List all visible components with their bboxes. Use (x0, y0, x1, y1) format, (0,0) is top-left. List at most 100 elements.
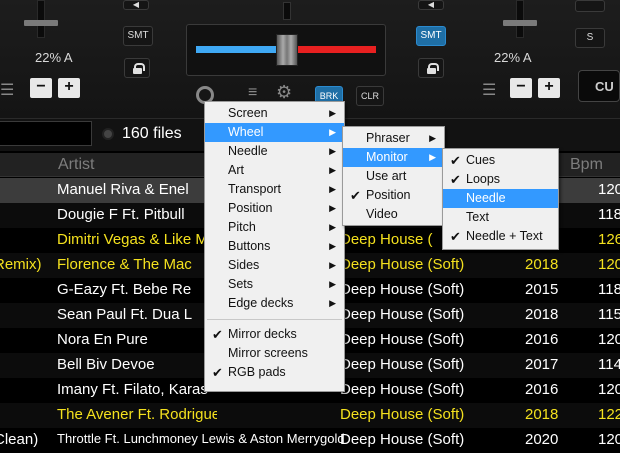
right-fader-knob[interactable] (503, 20, 537, 26)
right-volume-fader[interactable] (516, 0, 524, 38)
submenu-arrow-icon: ▶ (329, 222, 336, 232)
menu-main-item[interactable]: Art ▶ (205, 161, 344, 180)
row-artist: Dougie F Ft. Pitbull (57, 206, 185, 223)
row-bpm: 114 (598, 356, 620, 373)
menu-main-item[interactable]: Transport ▶ (205, 180, 344, 199)
right-level-bar (298, 46, 376, 53)
row-year: 2016 (525, 381, 559, 398)
menu-wheel-item[interactable]: ✔ Position (343, 186, 444, 205)
crossfader-knob[interactable] (276, 34, 298, 66)
table-row[interactable]: The Avener Ft. Rodriguez Deep House (Soft… (0, 403, 620, 428)
right-menu-icon[interactable]: ☰ (482, 80, 496, 100)
cue-button[interactable]: CU (578, 70, 620, 102)
row-artist: Dimitri Vegas & Like Mik (57, 231, 217, 248)
table-row[interactable]: Clean) Throttle Ft. Lunchmoney Lewis & As… (0, 428, 620, 453)
right-pitch-percent: 22% A (494, 50, 532, 65)
menu-monitor-item[interactable]: ✔ Needle + Text (443, 227, 558, 246)
context-menu-main: Screen ▶ Wheel ▶ Needle ▶ Art ▶ Transport ▶ Positi… (204, 101, 345, 392)
menu-toggle-label: Mirror screens (228, 346, 308, 360)
menu-toggle-label: Mirror decks (228, 327, 297, 341)
submenu-arrow-icon: ▶ (429, 133, 436, 143)
menu-wheel-item[interactable]: Use art (343, 167, 444, 186)
row-year: 2017 (525, 356, 559, 373)
checkmark-icon: ✔ (212, 327, 223, 342)
left-plus-button[interactable]: + (58, 78, 80, 98)
menu-main-item-label: Wheel (228, 125, 264, 139)
left-smt-button[interactable]: SMT (123, 26, 153, 46)
menu-toggle-item[interactable]: ✔ RGB pads (205, 363, 344, 382)
center-fader-track[interactable] (283, 2, 291, 20)
left-lock-button[interactable] (124, 58, 150, 78)
row-bpm: 120 (598, 256, 620, 273)
row-bpm: 122 (598, 406, 620, 423)
clr-button[interactable]: CLR (356, 86, 384, 106)
menu-wheel-item-label: Video (366, 207, 398, 221)
left-menu-icon[interactable]: ☰ (0, 80, 14, 100)
left-prev-button[interactable]: ◀ (123, 0, 149, 10)
row-artist: Imany Ft. Filato, Karas (57, 381, 208, 398)
menu-toggle-item[interactable]: Mirror screens (205, 344, 344, 363)
menu-monitor-item[interactable]: ✔ Cues (443, 151, 558, 170)
left-fader-knob[interactable] (24, 20, 58, 26)
menu-monitor-item[interactable]: Needle (443, 189, 558, 208)
right-minus-button[interactable]: − (510, 78, 532, 98)
menu-monitor-item[interactable]: ✔ Loops (443, 170, 558, 189)
record-icon[interactable] (102, 128, 114, 140)
left-pitch-percent: 22% A (35, 50, 73, 65)
right-smt-button[interactable]: SMT (416, 26, 446, 46)
right-plus-button[interactable]: + (538, 78, 560, 98)
menu-main-item[interactable]: Buttons ▶ (205, 237, 344, 256)
left-level-bar (196, 46, 276, 53)
checkmark-icon: ✔ (450, 153, 461, 168)
row-genre: Deep House (Soft) (340, 306, 465, 323)
mixer-icon[interactable]: ≡ (248, 84, 257, 102)
right-prev-button[interactable]: ◀ (418, 0, 444, 10)
right-lock-button[interactable] (418, 58, 444, 78)
row-genre: Deep House (Soft) (340, 356, 465, 373)
s-button[interactable]: S (575, 28, 605, 48)
menu-monitor-item-label: Needle (466, 191, 506, 205)
submenu-arrow-icon: ▶ (329, 146, 336, 156)
menu-main-item-label: Sides (228, 258, 260, 272)
right-top-button[interactable] (575, 0, 605, 12)
menu-toggle-item[interactable]: ✔ Mirror decks (205, 325, 344, 344)
row-prefix: Remix) (0, 256, 42, 273)
submenu-wheel: Phraser ▶ Monitor ▶ Use art ✔ Position Video (342, 126, 445, 226)
row-artist: The Avener Ft. Rodriguez (57, 406, 217, 423)
search-input[interactable] (0, 121, 92, 146)
left-volume-fader[interactable] (37, 0, 45, 38)
menu-main-item-label: Art (228, 163, 244, 177)
submenu-arrow-icon: ▶ (329, 108, 336, 118)
menu-main-item[interactable]: Sides ▶ (205, 256, 344, 275)
menu-main-item[interactable]: Edge decks ▶ (205, 294, 344, 313)
row-genre: Deep House (Soft) (340, 431, 465, 448)
column-artist[interactable]: Artist (58, 156, 94, 174)
row-bpm: 118 (598, 206, 620, 223)
submenu-arrow-icon: ▶ (329, 127, 336, 137)
menu-main-item-label: Buttons (228, 239, 271, 253)
left-minus-button[interactable]: − (30, 78, 52, 98)
menu-main-item[interactable]: Wheel ▶ (205, 123, 344, 142)
menu-monitor-item-label: Text (466, 210, 489, 224)
row-genre: Deep House (Soft) (340, 256, 465, 273)
submenu-arrow-icon: ▶ (329, 184, 336, 194)
menu-main-item[interactable]: Needle ▶ (205, 142, 344, 161)
row-artist: Sean Paul Ft. Dua L (57, 306, 193, 323)
menu-main-item[interactable]: Sets ▶ (205, 275, 344, 294)
column-bpm[interactable]: Bpm (570, 156, 603, 174)
menu-main-item-label: Position (228, 201, 273, 215)
menu-main-item[interactable]: Pitch ▶ (205, 218, 344, 237)
menu-main-item[interactable]: Screen ▶ (205, 104, 344, 123)
row-prefix: Clean) (0, 431, 39, 448)
checkmark-icon: ✔ (450, 172, 461, 187)
menu-monitor-item-label: Cues (466, 153, 496, 167)
submenu-arrow-icon: ▶ (429, 152, 436, 162)
menu-wheel-item[interactable]: Monitor ▶ (343, 148, 444, 167)
menu-monitor-item[interactable]: Text (443, 208, 558, 227)
menu-wheel-item[interactable]: Video (343, 205, 444, 224)
menu-wheel-item[interactable]: Phraser ▶ (343, 129, 444, 148)
menu-main-item-label: Edge decks (228, 296, 294, 310)
gear-icon[interactable]: ⚙ (276, 82, 292, 103)
row-artist: Florence & The Mac (57, 256, 192, 273)
menu-main-item[interactable]: Position ▶ (205, 199, 344, 218)
